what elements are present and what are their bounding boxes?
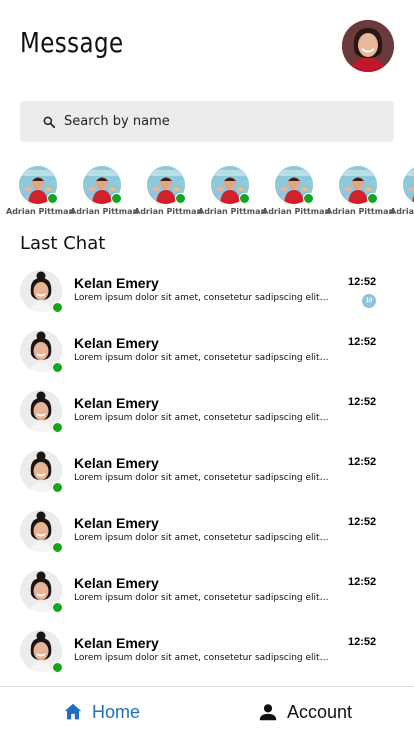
header: Message (0, 0, 414, 90)
online-indicator (47, 193, 58, 204)
chat-time: 12:52 (348, 576, 377, 588)
chat-row[interactable]: Kelan Emery Lorem ipsum dolor sit amet, c… (0, 508, 414, 568)
online-indicator (52, 482, 63, 493)
chat-row[interactable]: Kelan Emery Lorem ipsum dolor sit amet, c… (0, 388, 414, 448)
chat-time: 12:52 (348, 396, 377, 408)
chat-preview: Lorem ipsum dolor sit amet, consetetur s… (74, 593, 330, 603)
story-item[interactable]: Adrian Pittman (262, 166, 331, 216)
chat-name: Kelan Emery (74, 275, 159, 291)
chat-avatar (20, 570, 63, 613)
chat-time: 12:52 (348, 276, 377, 288)
online-indicator (52, 542, 63, 553)
nav-home[interactable]: Home (62, 687, 140, 736)
story-avatar (19, 166, 58, 204)
nav-account-label: Account (287, 701, 353, 722)
chat-name: Kelan Emery (74, 455, 159, 471)
profile-photo (342, 20, 394, 72)
story-item[interactable]: Adrian Pittman (134, 166, 203, 216)
online-indicator (52, 422, 63, 433)
online-indicator (111, 193, 122, 204)
online-indicator (239, 193, 250, 204)
unread-badge: 10 (362, 294, 376, 308)
nav-home-label: Home (92, 701, 141, 722)
chat-avatar (20, 270, 63, 313)
chat-preview: Lorem ipsum dolor sit amet, consetetur s… (74, 653, 330, 663)
chat-avatar (20, 510, 63, 553)
chat-preview: Lorem ipsum dolor sit amet, consetetur s… (74, 293, 330, 303)
online-indicator (52, 302, 63, 313)
story-avatar (147, 166, 186, 204)
chat-row[interactable]: Kelan Emery Lorem ipsum dolor sit amet, c… (0, 628, 414, 688)
chat-time: 12:52 (348, 516, 377, 528)
last-chat-title: Last Chat (20, 233, 106, 254)
story-avatar (339, 166, 378, 204)
online-indicator (175, 193, 186, 204)
chat-avatar (20, 630, 63, 673)
person-icon (259, 704, 277, 721)
chat-time: 12:52 (348, 636, 377, 648)
chat-preview: Lorem ipsum dolor sit amet, consetetur s… (74, 473, 330, 483)
chat-preview: Lorem ipsum dolor sit amet, consetetur s… (74, 533, 330, 543)
online-indicator (52, 362, 63, 373)
story-avatar (83, 166, 122, 204)
stories-row[interactable]: Adrian Pittman Adrian Pittman Adrian Pittm… (0, 166, 414, 222)
chat-avatar (20, 450, 63, 493)
story-item[interactable]: Adrian Pittman (6, 166, 75, 216)
chat-name: Kelan Emery (74, 515, 159, 531)
chat-time: 12:52 (348, 456, 377, 468)
chat-preview: Lorem ipsum dolor sit amet, consetetur s… (74, 413, 330, 423)
search-bar[interactable] (20, 101, 394, 142)
story-name: Adrian Pittman (6, 207, 75, 216)
chat-name: Kelan Emery (74, 635, 159, 651)
page-title: Message (20, 26, 124, 59)
nav-account[interactable]: Account (257, 687, 352, 736)
story-name: Adrian Pittman (390, 207, 414, 216)
chat-avatar (20, 390, 63, 433)
story-name: Adrian Pittman (134, 207, 203, 216)
story-name: Adrian Pittman (198, 207, 267, 216)
story-item[interactable]: Adrian Pittman (390, 166, 414, 216)
search-icon (43, 116, 56, 128)
story-item[interactable]: Adrian Pittman (198, 166, 267, 216)
chat-name: Kelan Emery (74, 335, 159, 351)
online-indicator (52, 662, 63, 673)
online-indicator (367, 193, 378, 204)
story-photo (403, 166, 414, 204)
chat-row[interactable]: Kelan Emery Lorem ipsum dolor sit amet, c… (0, 448, 414, 508)
story-avatar (211, 166, 250, 204)
chat-time: 12:52 (348, 336, 377, 348)
story-name: Adrian Pittman (326, 207, 395, 216)
chat-preview: Lorem ipsum dolor sit amet, consetetur s… (74, 353, 330, 363)
profile-avatar[interactable] (342, 20, 394, 72)
story-name: Adrian Pittman (70, 207, 139, 216)
story-avatar (275, 166, 314, 204)
search-input[interactable] (64, 114, 364, 129)
story-avatar (403, 166, 414, 204)
chat-name: Kelan Emery (74, 575, 159, 591)
chat-row[interactable]: Kelan Emery Lorem ipsum dolor sit amet, c… (0, 568, 414, 628)
online-indicator (303, 193, 314, 204)
chat-row[interactable]: Kelan Emery Lorem ipsum dolor sit amet, c… (0, 268, 414, 328)
home-icon (64, 703, 82, 720)
chat-avatar (20, 330, 63, 373)
online-indicator (52, 602, 63, 613)
chat-row[interactable]: Kelan Emery Lorem ipsum dolor sit amet, c… (0, 328, 414, 388)
story-item[interactable]: Adrian Pittman (70, 166, 139, 216)
chat-name: Kelan Emery (74, 395, 159, 411)
bottom-nav: Home Account (0, 686, 414, 736)
story-name: Adrian Pittman (262, 207, 331, 216)
story-item[interactable]: Adrian Pittman (326, 166, 395, 216)
